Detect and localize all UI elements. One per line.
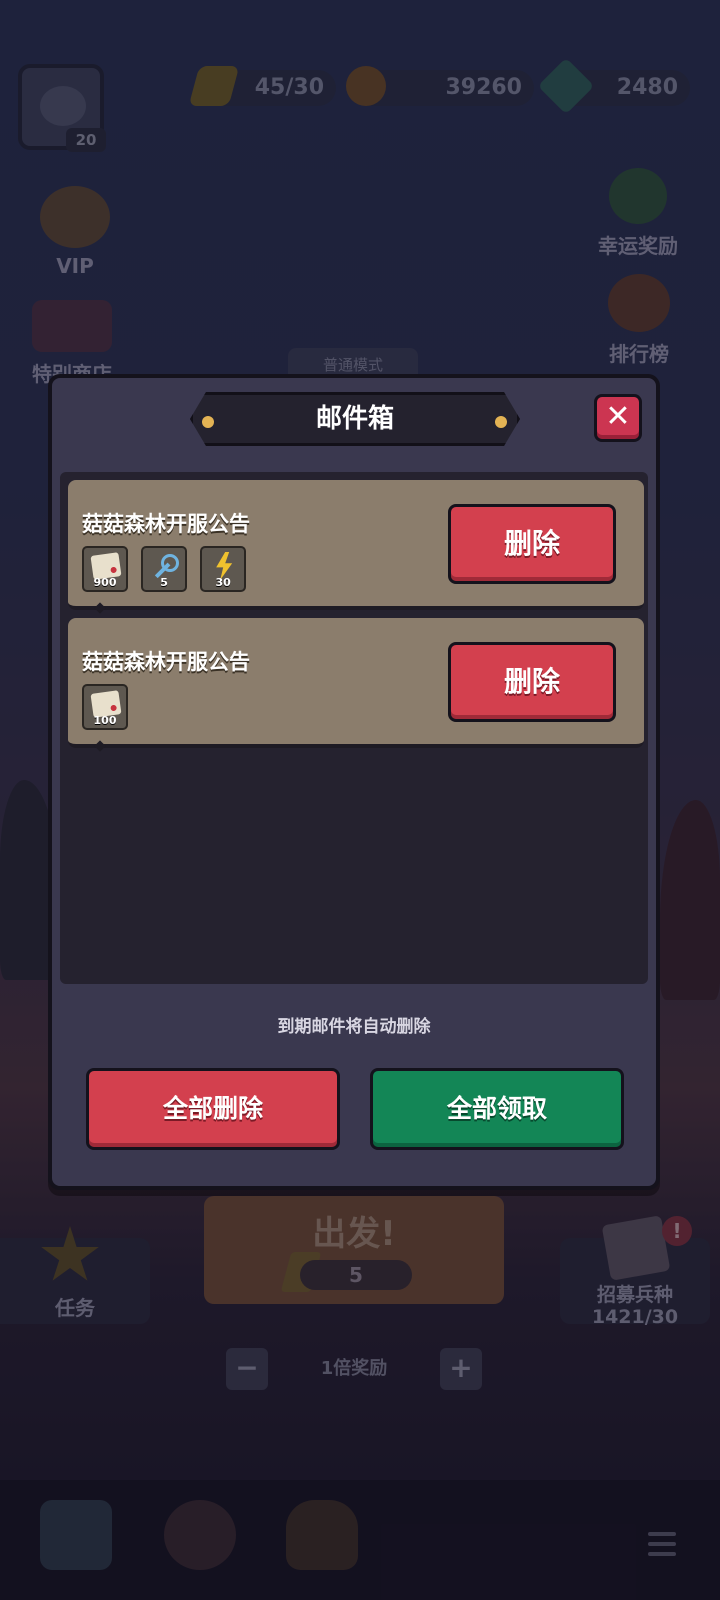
mail-pin-icon (94, 602, 106, 614)
delete-mail-button[interactable]: 删除 (448, 504, 616, 584)
mailbox-title: 邮件箱 (190, 392, 520, 446)
attachment-qty: 900 (93, 576, 117, 589)
claim-all-button[interactable]: 全部领取 (370, 1068, 624, 1150)
mail-attachments: 900 5 30 (82, 546, 254, 592)
mailbox-dialog: 邮件箱 ✕ 菇菇森林开服公告 900 5 30 删除 菇菇森林开服公告 100 … (48, 374, 660, 1190)
mail-item[interactable]: 菇菇森林开服公告 100 删除 (68, 618, 644, 752)
mail-title: 菇菇森林开服公告 (82, 512, 250, 536)
attachment-qty: 30 (215, 576, 231, 589)
attachment-item[interactable]: 30 (200, 546, 247, 592)
close-button[interactable]: ✕ (594, 394, 642, 442)
delete-all-button[interactable]: 全部删除 (86, 1068, 340, 1150)
delete-mail-button[interactable]: 删除 (448, 642, 616, 722)
mail-attachments: 100 (82, 684, 136, 730)
attachment-item[interactable]: 900 (82, 546, 128, 592)
mail-pin-icon (94, 740, 106, 752)
mail-list[interactable]: 菇菇森林开服公告 900 5 30 删除 菇菇森林开服公告 100 删除 (60, 472, 648, 984)
title-ornament-icon (202, 416, 214, 428)
close-icon: ✕ (605, 399, 631, 434)
attachment-item[interactable]: 5 (141, 546, 188, 592)
mail-item[interactable]: 菇菇森林开服公告 900 5 30 删除 (68, 480, 644, 614)
attachment-qty: 5 (160, 576, 168, 589)
expiry-note: 到期邮件将自动删除 (277, 1017, 431, 1037)
attachment-item[interactable]: 100 (82, 684, 128, 730)
mail-title: 菇菇森林开服公告 (82, 650, 250, 674)
attachment-qty: 100 (93, 714, 117, 727)
title-ornament-icon (495, 416, 507, 428)
